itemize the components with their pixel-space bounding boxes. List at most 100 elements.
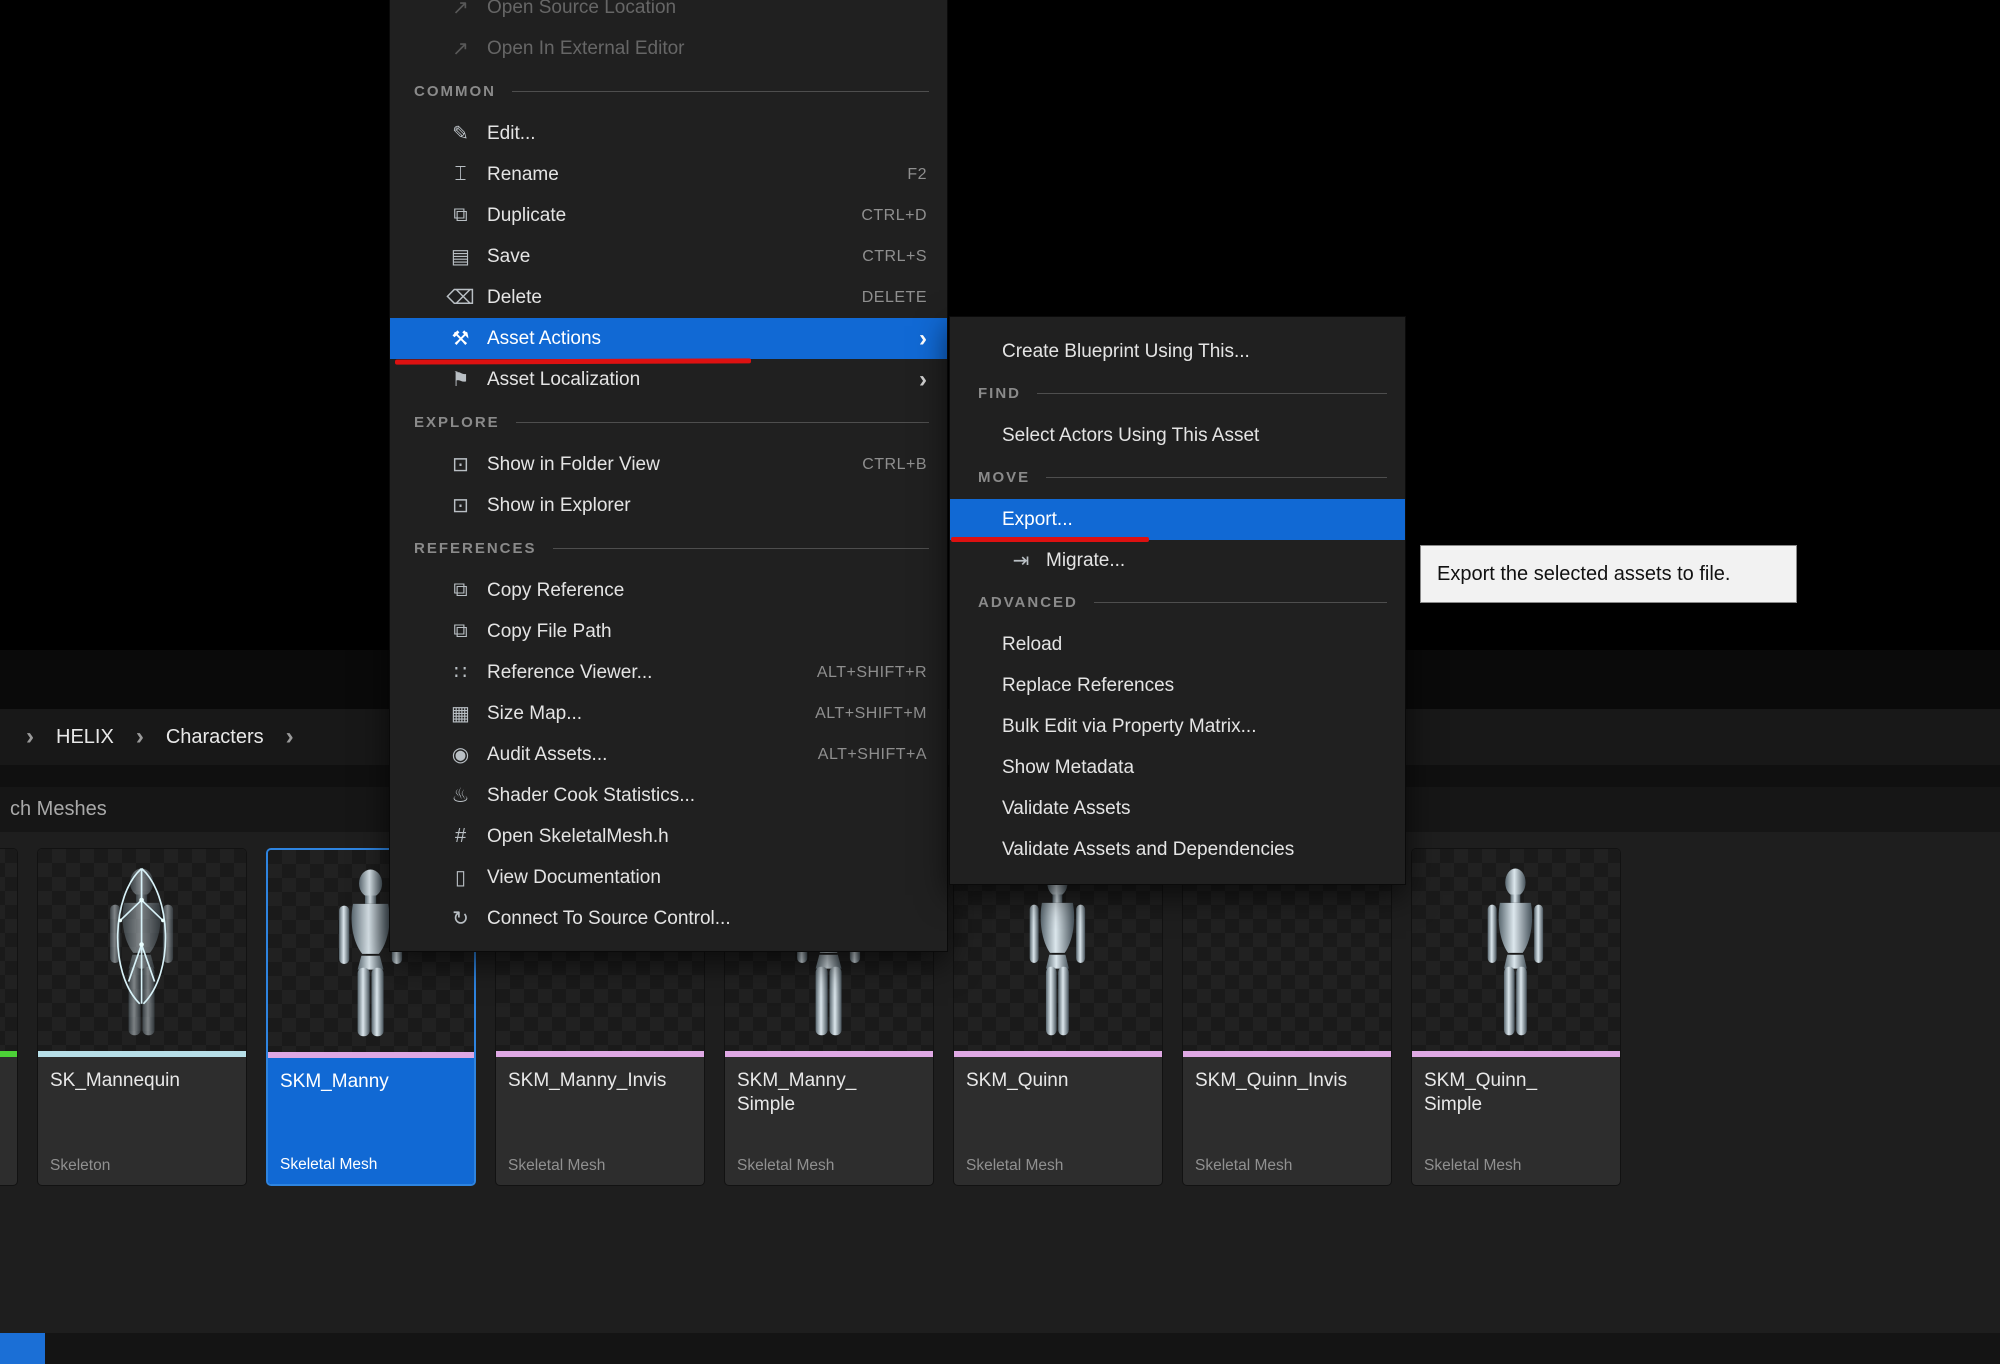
asset-thumbnail — [0, 849, 17, 1051]
menu-item-migrate[interactable]: ⇥ Migrate... — [950, 540, 1405, 581]
asset-type: Skeleton — [50, 1157, 234, 1175]
menu-item-show-in-folder-view[interactable]: ⊡ Show in Folder View CTRL+B — [390, 444, 947, 485]
asset-type: Skeletal Mesh — [966, 1157, 1150, 1175]
menu-item-replace-references[interactable]: Replace References — [950, 665, 1405, 706]
chevron-right-icon: › — [286, 725, 294, 749]
menu-section-find: FIND — [950, 372, 1405, 415]
chevron-right-icon: › — [919, 368, 927, 392]
menu-item-audit-assets[interactable]: ◉ Audit Assets... ALT+SHIFT+A — [390, 734, 947, 775]
menu-item-label: Open Source Location — [487, 0, 676, 19]
asset-tile-skm-quinn-simple[interactable]: SKM_Quinn_Simple Skeletal Mesh — [1411, 848, 1621, 1186]
folder-search-icon: ⊡ — [434, 452, 487, 477]
menu-item-label: Edit... — [487, 123, 536, 145]
menu-item-label: Save — [487, 246, 530, 268]
menu-item-label: Show in Folder View — [487, 454, 660, 476]
menu-item-label: Validate Assets — [1002, 798, 1131, 820]
shortcut-label: ALT+SHIFT+A — [818, 746, 927, 764]
menu-item-copy-file-path[interactable]: ⧉ Copy File Path — [390, 611, 947, 652]
asset-tile-sk-mannequin[interactable]: SK_Mannequin Skeleton — [37, 848, 247, 1186]
menu-item-reload[interactable]: Reload — [950, 624, 1405, 665]
menu-item-validate-assets[interactable]: Validate Assets — [950, 788, 1405, 829]
menu-item-label: Open SkeletalMesh.h — [487, 826, 669, 848]
menu-item-label: Copy File Path — [487, 621, 612, 643]
menu-item-size-map[interactable]: ▦ Size Map... ALT+SHIFT+M — [390, 693, 947, 734]
shortcut-label: DELETE — [862, 289, 927, 307]
asset-name: SKM_Manny_Simple — [737, 1069, 859, 1117]
menu-item-create-blueprint-using-this[interactable]: Create Blueprint Using This... — [950, 331, 1405, 372]
breadcrumb-item-helix[interactable]: HELIX — [56, 726, 114, 749]
menu-item-shader-cook-statistics[interactable]: ♨ Shader Cook Statistics... — [390, 775, 947, 816]
menu-section-explore: EXPLORE — [390, 400, 947, 444]
mannequin-figure — [1460, 863, 1571, 1039]
asset-label-area: SKM_Quinn Skeletal Mesh — [954, 1057, 1162, 1185]
status-bar — [0, 1333, 2000, 1364]
menu-item-connect-to-source-control[interactable]: ↻ Connect To Source Control... — [390, 898, 947, 939]
menu-item-validate-assets-and-dependencies[interactable]: Validate Assets and Dependencies — [950, 829, 1405, 870]
asset-type: Skeletal Mesh — [1424, 1157, 1608, 1175]
section-divider — [1094, 602, 1387, 603]
menu-item-view-documentation[interactable]: ▯ View Documentation — [390, 857, 947, 898]
menu-item-asset-localization[interactable]: ⚑ Asset Localization › — [390, 359, 947, 400]
asset-actions-submenu: Create Blueprint Using This... FIND Sele… — [949, 316, 1406, 885]
documentation-icon: ▯ — [434, 865, 487, 890]
breadcrumb-item-characters[interactable]: Characters — [166, 726, 264, 749]
shortcut-label: ALT+SHIFT+R — [817, 664, 927, 682]
menu-item-save[interactable]: ▤ Save CTRL+S — [390, 236, 947, 277]
menu-item-open-skeletalmesh-h[interactable]: # Open SkeletalMesh.h — [390, 816, 947, 857]
search-placeholder-text: ch Meshes — [10, 798, 107, 821]
menu-item-duplicate[interactable]: ⧉ Duplicate CTRL+D — [390, 195, 947, 236]
menu-item-bulk-edit-via-property-matrix[interactable]: Bulk Edit via Property Matrix... — [950, 706, 1405, 747]
asset-thumbnail — [38, 849, 246, 1051]
asset-tile-partial[interactable] — [0, 848, 18, 1186]
shortcut-label: CTRL+B — [862, 456, 927, 474]
menu-item-reference-viewer[interactable]: ∷ Reference Viewer... ALT+SHIFT+R — [390, 652, 947, 693]
open-external-editor-icon: ↗ — [434, 36, 487, 61]
menu-item-label: Delete — [487, 287, 542, 309]
skeleton-figure — [86, 863, 197, 1039]
asset-tile-skm-quinn-invis[interactable]: SKM_Quinn_Invis Skeletal Mesh — [1182, 848, 1392, 1186]
asset-type: Skeletal Mesh — [737, 1157, 921, 1175]
menu-item-label: Shader Cook Statistics... — [487, 785, 695, 807]
menu-item-delete[interactable]: ⌫ Delete DELETE — [390, 277, 947, 318]
menu-section-references: REFERENCES — [390, 526, 947, 570]
menu-item-open-in-external-editor[interactable]: ↗ Open In External Editor — [390, 28, 947, 69]
shortcut-label: CTRL+D — [861, 207, 927, 225]
section-divider — [516, 422, 929, 423]
menu-item-export[interactable]: Export... — [950, 499, 1405, 540]
menu-item-label: Show in Explorer — [487, 495, 631, 517]
menu-item-label: Copy Reference — [487, 580, 624, 602]
menu-item-rename[interactable]: ⌶ Rename F2 — [390, 154, 947, 195]
section-divider — [553, 548, 929, 549]
menu-item-edit[interactable]: ✎ Edit... — [390, 113, 947, 154]
section-label: MOVE — [978, 469, 1030, 486]
steam-icon: ♨ — [434, 783, 487, 808]
shortcut-label: CTRL+S — [862, 248, 927, 266]
section-divider — [512, 91, 929, 92]
menu-item-asset-actions[interactable]: ⚒ Asset Actions › — [390, 318, 947, 359]
menu-item-copy-reference[interactable]: ⧉ Copy Reference — [390, 570, 947, 611]
asset-name: SKM_Quinn — [966, 1069, 1150, 1093]
chevron-right-icon: › — [26, 725, 34, 749]
menu-item-label: Audit Assets... — [487, 744, 607, 766]
asset-type: Skeletal Mesh — [280, 1156, 462, 1174]
asset-name: SK_Mannequin — [50, 1069, 234, 1093]
menu-item-label: Asset Localization — [487, 369, 640, 391]
menu-item-label: Export... — [1002, 509, 1073, 531]
asset-name: SKM_Manny — [280, 1070, 462, 1094]
asset-tile-skm-quinn[interactable]: SKM_Quinn Skeletal Mesh — [953, 848, 1163, 1186]
section-label: ADVANCED — [978, 594, 1078, 611]
folder-search-icon: ⊡ — [434, 493, 487, 518]
menu-item-label: Duplicate — [487, 205, 566, 227]
asset-type: Skeletal Mesh — [1195, 1157, 1379, 1175]
menu-item-select-actors-using-this-asset[interactable]: Select Actors Using This Asset — [950, 415, 1405, 456]
menu-item-label: Rename — [487, 164, 559, 186]
menu-item-show-in-explorer[interactable]: ⊡ Show in Explorer — [390, 485, 947, 526]
size-map-icon: ▦ — [434, 701, 487, 726]
migrate-icon: ⇥ — [996, 548, 1046, 573]
menu-item-open-source-location[interactable]: ↗ Open Source Location — [390, 0, 947, 28]
section-label: FIND — [978, 385, 1021, 402]
status-bar-accent[interactable] — [0, 1333, 45, 1364]
duplicate-icon: ⧉ — [434, 204, 487, 227]
menu-item-show-metadata[interactable]: Show Metadata — [950, 747, 1405, 788]
menu-item-label: Connect To Source Control... — [487, 908, 731, 930]
